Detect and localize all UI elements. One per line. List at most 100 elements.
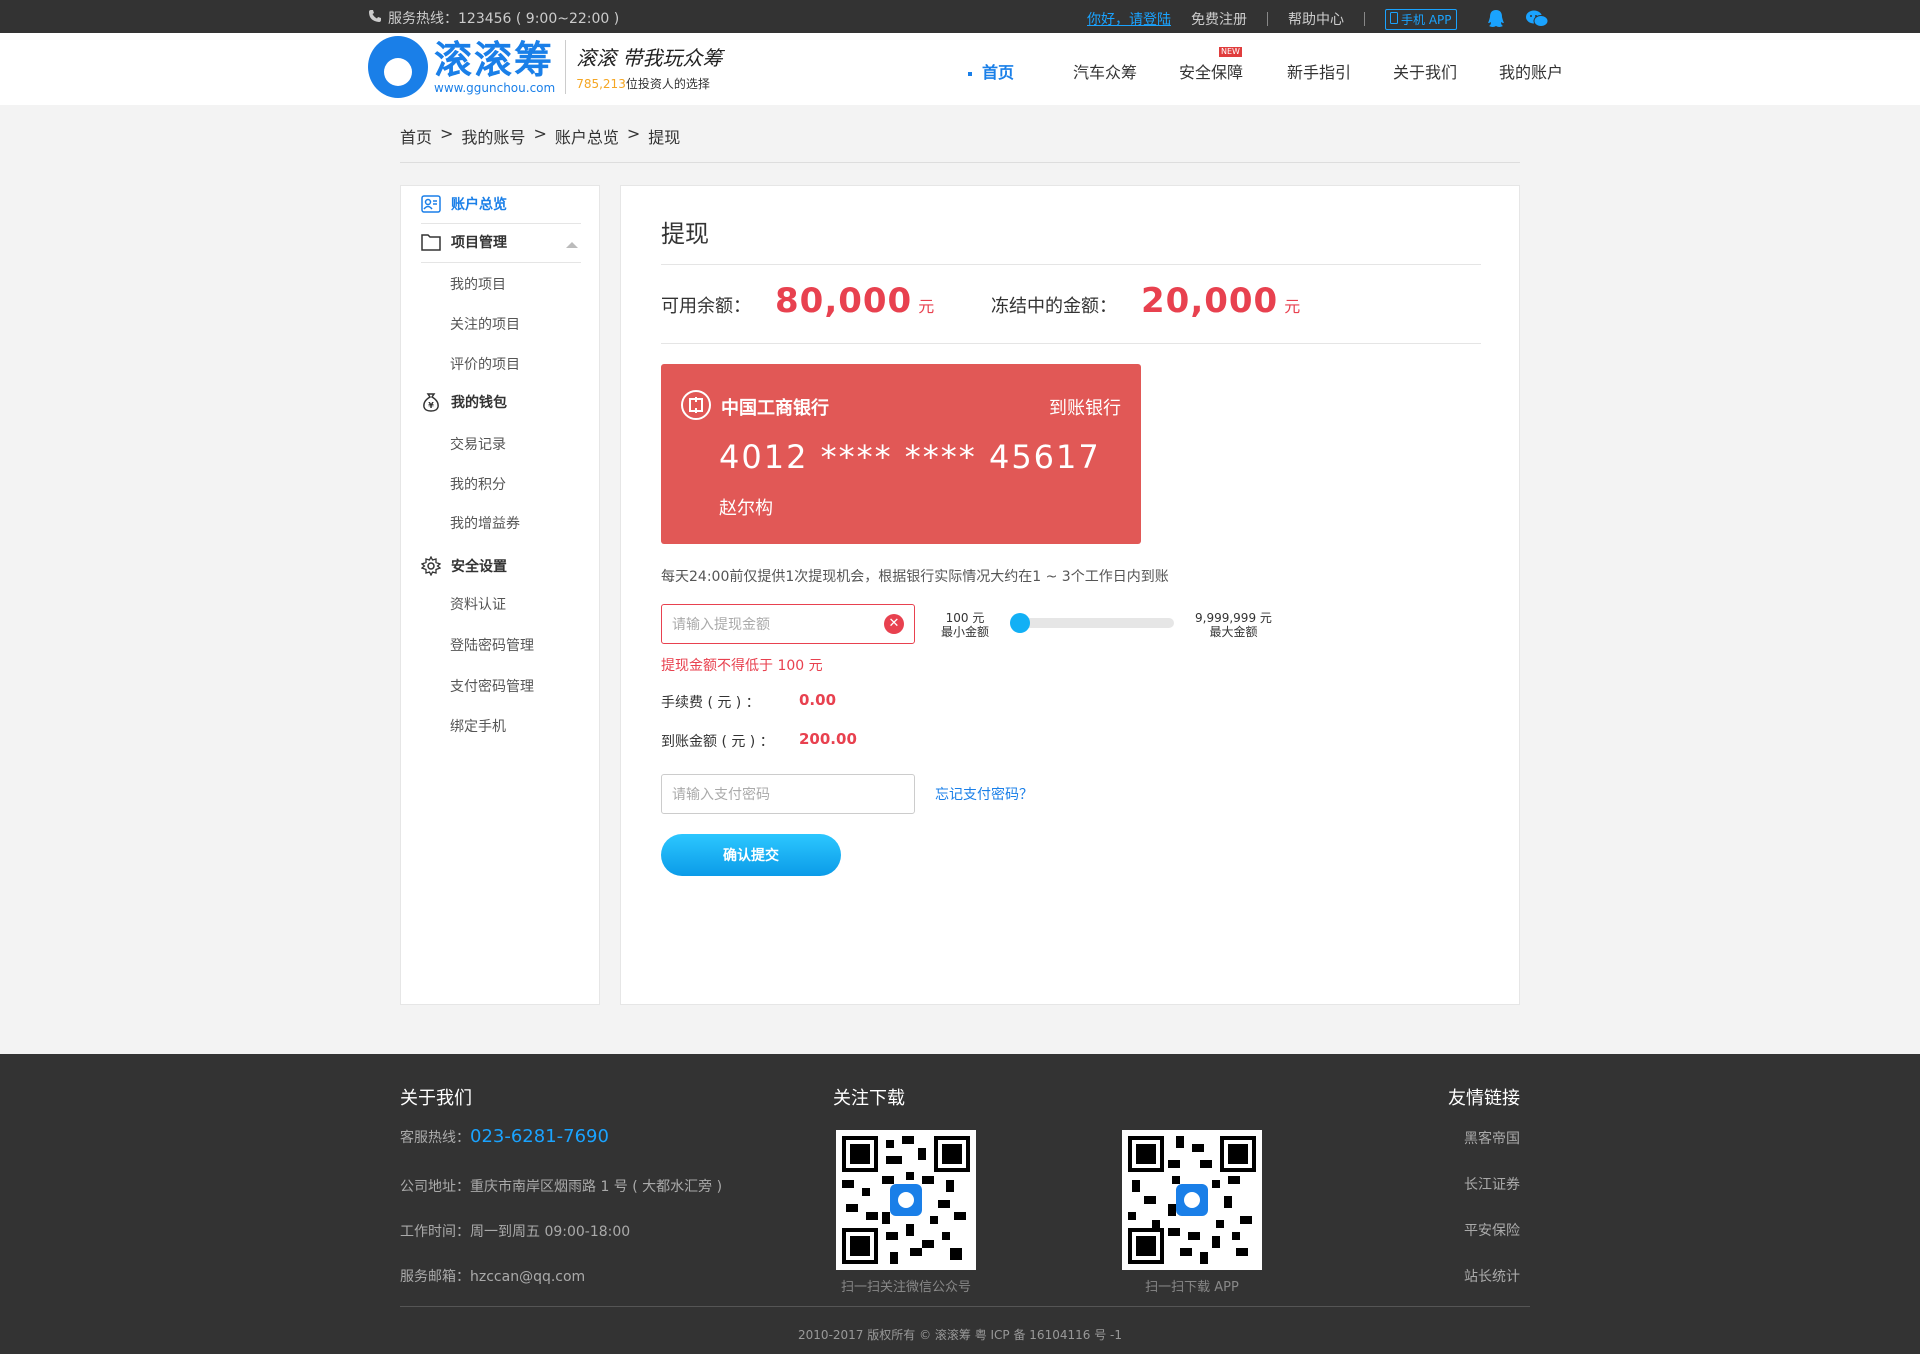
wechat-icon[interactable] bbox=[1525, 8, 1548, 30]
sidebar-item-rated-projects[interactable]: 评价的项目 bbox=[450, 354, 520, 374]
input-placeholder: 请输入提现金额 bbox=[672, 617, 770, 633]
max-value: 9,999,999 元 bbox=[1195, 611, 1272, 625]
sidebar-item-transactions[interactable]: 交易记录 bbox=[450, 434, 506, 454]
breadcrumb-separator: > bbox=[533, 124, 547, 143]
fee-label: 手续费 ( 元 ) ： bbox=[661, 695, 760, 711]
wechat-qr-caption: 扫一扫关注微信公众号 bbox=[840, 1280, 971, 1295]
available-amount: 80,000 bbox=[775, 281, 913, 321]
collapse-arrow-icon[interactable] bbox=[566, 242, 578, 248]
frozen-label: 冻结中的金额： bbox=[991, 296, 1117, 317]
nav-car-crowdfunding[interactable]: 汽车众筹 bbox=[1073, 59, 1137, 83]
slider-handle[interactable] bbox=[1010, 613, 1030, 633]
fee-value: 0.00 bbox=[799, 691, 837, 709]
breadcrumb-overview[interactable]: 账户总览 bbox=[555, 124, 619, 148]
min-label: 最小金额 bbox=[941, 625, 990, 639]
wechat-qr-code bbox=[836, 1130, 976, 1270]
customer-hotline: 客服热线：023-6281-7690 bbox=[400, 1126, 609, 1147]
divider bbox=[1267, 12, 1268, 26]
header: 滚滚筹 www.ggunchou.com 滚滚 带我玩众筹 785,213位投资… bbox=[0, 33, 1920, 105]
sidebar-item-bind-phone[interactable]: 绑定手机 bbox=[450, 716, 506, 736]
gear-icon bbox=[421, 556, 441, 576]
clear-icon[interactable]: ✕ bbox=[884, 614, 904, 634]
nav-my-account[interactable]: 我的账户 bbox=[1499, 59, 1563, 83]
footer-divider bbox=[400, 1306, 1530, 1307]
sidebar-item-project-management[interactable]: 项目管理 bbox=[421, 232, 507, 252]
frozen-amount: 20,000 bbox=[1141, 281, 1279, 321]
logo-divider bbox=[565, 40, 567, 94]
register-link[interactable]: 免费注册 bbox=[1191, 9, 1247, 29]
breadcrumb-divider bbox=[400, 162, 1520, 163]
investor-count: 785,213位投资人的选择 bbox=[576, 76, 710, 91]
nav-about-us[interactable]: 关于我们 bbox=[1393, 59, 1457, 83]
payment-password-input[interactable]: 请输入支付密码 bbox=[661, 774, 915, 814]
mobile-app-button[interactable]: 手机 APP bbox=[1385, 8, 1457, 30]
breadcrumb: 首页 > 我的账号 > 账户总览 > 提现 bbox=[400, 124, 680, 148]
sidebar-item-my-projects[interactable]: 我的项目 bbox=[450, 274, 506, 294]
breadcrumb-my-account[interactable]: 我的账号 bbox=[461, 124, 525, 148]
sidebar-item-login-password[interactable]: 登陆密码管理 bbox=[450, 635, 534, 655]
sidebar-item-my-coupons[interactable]: 我的增益券 bbox=[450, 513, 520, 533]
company-address: 公司地址：重庆市南岸区烟雨路 1 号 ( 大都水汇旁 ) bbox=[400, 1179, 723, 1195]
hotline-number[interactable]: 023-6281-7690 bbox=[470, 1126, 609, 1147]
divider bbox=[661, 264, 1481, 265]
site-logo[interactable]: 滚滚筹 www.ggunchou.com 滚滚 带我玩众筹 785,213位投资… bbox=[368, 36, 723, 98]
qr-code-icon bbox=[842, 1136, 970, 1264]
input-placeholder: 请输入支付密码 bbox=[672, 787, 770, 803]
nav-security[interactable]: 安全保障 NEW bbox=[1179, 47, 1243, 83]
withdraw-amount-input[interactable]: 请输入提现金额 ✕ bbox=[661, 604, 915, 644]
max-label: 最大金额 bbox=[1209, 625, 1258, 639]
forgot-password-link[interactable]: 忘记支付密码？ bbox=[935, 784, 1033, 804]
sidebar-item-my-points[interactable]: 我的积分 bbox=[450, 474, 506, 494]
sidebar: 账户总览 项目管理 我的项目 关注的项目 评价的项目 ¥ 我的钱包 交易记录 我… bbox=[400, 185, 600, 1005]
footer: 关于我们 客服热线：023-6281-7690 公司地址：重庆市南岸区烟雨路 1… bbox=[0, 1054, 1920, 1354]
min-amount: 100 元 最小金额 bbox=[941, 611, 989, 639]
login-link[interactable]: 你好，请登陆 bbox=[1087, 9, 1171, 29]
divider bbox=[1364, 12, 1365, 26]
breadcrumb-separator: > bbox=[626, 124, 641, 143]
frozen-balance: 冻结中的金额： 20,000 元 bbox=[991, 281, 1300, 321]
nav-beginner-guide[interactable]: 新手指引 bbox=[1287, 59, 1351, 83]
sidebar-item-my-wallet[interactable]: ¥ 我的钱包 bbox=[421, 392, 507, 412]
bank-card[interactable]: 中国工商银行 到账银行 4012 **** **** 45617 赵尔构 bbox=[661, 364, 1141, 544]
mobile-phone-icon bbox=[1390, 11, 1398, 27]
nav-home[interactable]: 首页 bbox=[968, 59, 1014, 83]
sidebar-item-overview[interactable]: 账户总览 bbox=[421, 194, 507, 214]
currency-unit: 元 bbox=[1284, 297, 1301, 316]
sidebar-item-followed-projects[interactable]: 关注的项目 bbox=[450, 314, 520, 334]
sidebar-item-security-settings[interactable]: 安全设置 bbox=[421, 556, 507, 576]
withdraw-note: 每天24:00前仅提供1次提现机会，根据银行实际情况大约在1 ~ 3个工作日内到… bbox=[661, 569, 1169, 585]
breadcrumb-home[interactable]: 首页 bbox=[400, 124, 432, 148]
icbc-logo-icon bbox=[681, 390, 711, 420]
friend-link[interactable]: 长江证券 bbox=[1464, 1174, 1520, 1194]
divider bbox=[421, 223, 581, 224]
app-qr-code bbox=[1122, 1130, 1262, 1270]
qq-icon[interactable] bbox=[1485, 8, 1507, 30]
sidebar-item-verification[interactable]: 资料认证 bbox=[450, 594, 506, 614]
about-title: 关于我们 bbox=[400, 1088, 472, 1109]
follow-title: 关注下载 bbox=[833, 1088, 905, 1109]
card-number: 4012 **** **** 45617 bbox=[719, 438, 1101, 476]
page-title: 提现 bbox=[661, 220, 709, 248]
new-badge: NEW bbox=[1219, 47, 1242, 57]
friend-link[interactable]: 平安保险 bbox=[1464, 1220, 1520, 1240]
available-label: 可用余额： bbox=[661, 296, 751, 317]
svg-text:¥: ¥ bbox=[428, 401, 434, 410]
folder-icon bbox=[421, 232, 441, 252]
mascot-logo-icon bbox=[368, 36, 428, 98]
service-hotline: 服务热线：123456 ( 9:00~22:00 ) bbox=[368, 8, 619, 28]
breadcrumb-separator: > bbox=[440, 124, 454, 143]
help-center-link[interactable]: 帮助中心 bbox=[1288, 9, 1344, 29]
currency-unit: 元 bbox=[918, 297, 935, 316]
confirm-submit-button[interactable]: 确认提交 bbox=[661, 834, 841, 876]
sidebar-item-payment-password[interactable]: 支付密码管理 bbox=[450, 676, 534, 696]
amount-slider[interactable] bbox=[1010, 613, 1174, 633]
phone-icon bbox=[368, 9, 382, 27]
active-dot-icon bbox=[968, 71, 972, 76]
friend-link[interactable]: 站长统计 bbox=[1464, 1266, 1520, 1286]
divider bbox=[421, 262, 581, 263]
breadcrumb-current: 提现 bbox=[648, 128, 681, 147]
app-label: 手机 APP bbox=[1401, 12, 1452, 27]
friend-link[interactable]: 黑客帝国 bbox=[1464, 1128, 1520, 1148]
sidebar-item-label: 项目管理 bbox=[451, 235, 507, 251]
divider bbox=[661, 343, 1481, 344]
